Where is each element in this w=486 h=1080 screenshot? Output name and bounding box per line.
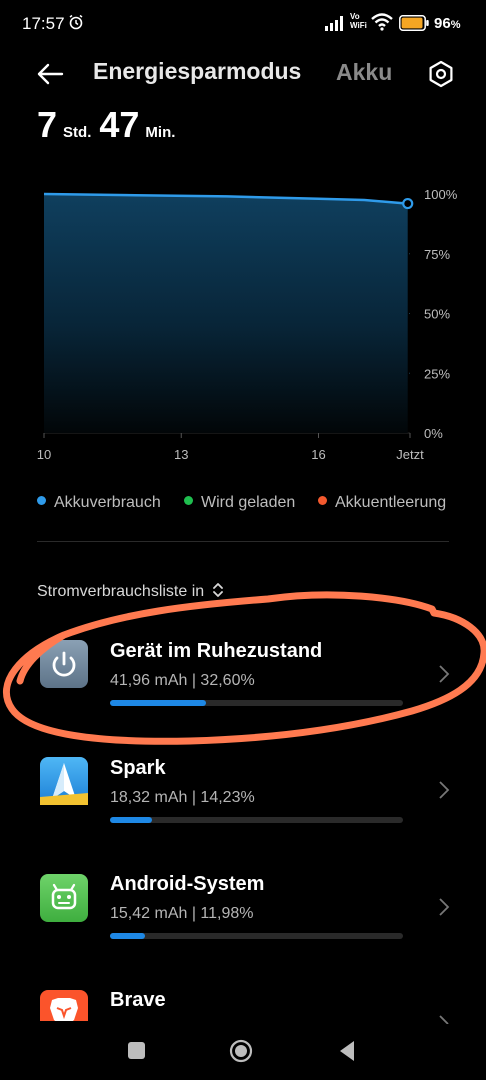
nav-back-button[interactable] xyxy=(338,1040,356,1062)
usage-list-header: Stromverbrauchsliste in xyxy=(37,583,205,600)
brave-icon xyxy=(40,990,88,1021)
page-title: Energiesparmodus xyxy=(93,58,302,84)
legend-item-charging: Wird geladen xyxy=(184,494,295,512)
remaining-hours: 7 xyxy=(37,104,58,145)
usage-bar-fill xyxy=(110,933,145,939)
sort-toggle-icon xyxy=(212,583,223,597)
back-arrow-icon[interactable] xyxy=(36,62,64,86)
x-tick-label: 16 xyxy=(311,447,325,462)
usage-bar xyxy=(110,817,403,823)
legend-dot xyxy=(37,496,46,506)
legend-item-usage: Akkuverbrauch xyxy=(37,494,161,512)
android-logo xyxy=(51,883,77,910)
list-item-name[interactable]: Brave xyxy=(110,989,166,1012)
legend-dot xyxy=(318,496,327,506)
tab-akku[interactable]: Akku xyxy=(336,59,392,86)
alarm-icon xyxy=(69,14,83,30)
list-item-detail: 15,42 mAh | 11,98% xyxy=(110,905,254,922)
recent-apps-button[interactable] xyxy=(128,1042,145,1059)
power-symbol xyxy=(52,651,76,677)
spark-app-icon xyxy=(40,757,88,805)
chevron-right-icon[interactable] xyxy=(437,780,451,800)
power-icon xyxy=(40,640,88,688)
signal-icon xyxy=(325,16,343,31)
x-tick-label: 13 xyxy=(174,447,188,462)
x-tick-label: 10 xyxy=(37,447,51,462)
android-icon xyxy=(40,874,88,922)
gear-icon[interactable] xyxy=(427,60,455,88)
legend-label: Wird geladen xyxy=(201,494,296,511)
chart-area xyxy=(44,194,408,433)
chevron-right-icon[interactable] xyxy=(437,897,451,917)
status-time: 17:57 xyxy=(22,14,65,33)
wifi-icon xyxy=(371,13,393,31)
list-item-name[interactable]: Spark xyxy=(110,757,166,780)
x-tick-label: Jetzt xyxy=(396,447,424,462)
list-item-name[interactable]: Gerät im Ruhezustand xyxy=(110,640,322,663)
brave-logo xyxy=(40,990,88,1021)
y-tick-label: 25% xyxy=(424,366,450,381)
minutes-unit: Min. xyxy=(145,124,176,141)
battery-chart: 100% 75% 50% 25% 0% 10 13 16 Jetzt xyxy=(37,187,458,462)
y-tick-label: 75% xyxy=(424,247,450,262)
vowifi-label: Vo WiFi xyxy=(350,12,367,30)
home-button[interactable] xyxy=(229,1039,253,1063)
remaining-minutes: 47 xyxy=(99,104,140,145)
chart-endpoint xyxy=(402,197,414,210)
list-item-name[interactable]: Android-System xyxy=(110,873,264,896)
y-tick-label: 50% xyxy=(424,307,450,322)
battery-percent: 96% xyxy=(434,15,461,32)
spark-logo xyxy=(40,763,88,805)
usage-bar-fill xyxy=(110,817,152,823)
legend-item-drain: Akkuentleerung xyxy=(318,494,446,512)
usage-bar-fill xyxy=(110,700,206,706)
battery-icon xyxy=(399,15,429,31)
usage-bar xyxy=(110,933,403,939)
remaining-time: 7 Std. 47 Min. xyxy=(37,104,183,146)
chevron-right-icon[interactable] xyxy=(437,1014,451,1024)
y-tick-label: 0% xyxy=(424,426,443,441)
list-item-detail: 41,96 mAh | 32,60% xyxy=(110,672,255,689)
chevron-right-icon[interactable] xyxy=(437,664,451,684)
legend-dot xyxy=(184,496,193,506)
legend-label: Akkuverbrauch xyxy=(54,494,161,511)
usage-bar xyxy=(110,700,403,706)
y-tick-label: 100% xyxy=(424,187,458,202)
divider xyxy=(37,541,449,542)
usage-list-sort-selector[interactable]: Stromverbrauchsliste in xyxy=(37,583,224,601)
hours-unit: Std. xyxy=(63,124,92,141)
list-item-detail: 18,32 mAh | 14,23% xyxy=(110,789,255,806)
legend-label: Akkuentleerung xyxy=(335,494,447,511)
